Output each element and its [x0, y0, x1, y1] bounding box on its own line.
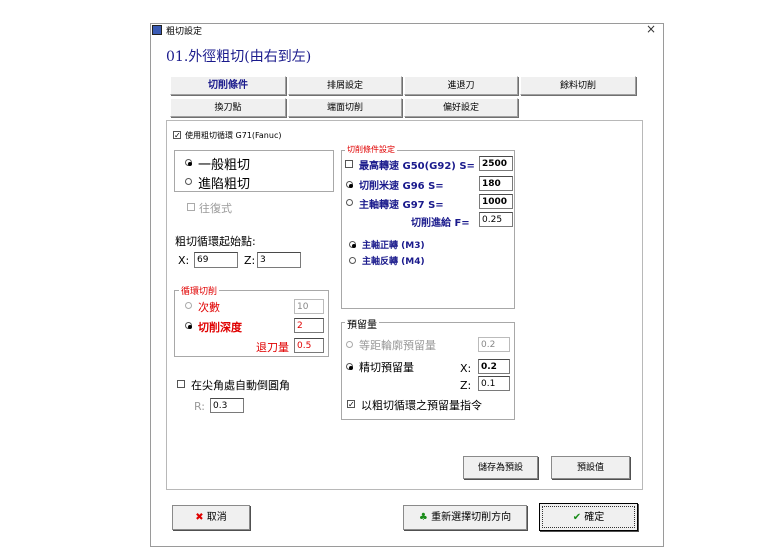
spindle-ccw-radio[interactable] [349, 257, 356, 264]
ok-label: 確定 [584, 512, 605, 523]
start-x-label: X: [178, 254, 190, 267]
depth-label: 切削深度 [198, 321, 242, 334]
max-speed-input[interactable]: 2500 [479, 156, 513, 171]
operation-heading: 01.外徑粗切(由右到左) [166, 49, 312, 65]
depth-input[interactable]: 2 [294, 318, 324, 333]
general-roughing-radio[interactable] [185, 159, 192, 166]
spindle-cw-radio[interactable] [349, 241, 356, 248]
css-radio[interactable] [346, 181, 353, 188]
close-icon[interactable]: × [646, 22, 656, 36]
reciprocate-label: 往復式 [199, 202, 232, 215]
fillet-r-label: R: [194, 400, 206, 413]
general-roughing-label: 一般粗切 [198, 158, 251, 173]
spindle-speed-input[interactable]: 1000 [479, 194, 513, 209]
use-cycle-allowance-label: 以粗切循環之預留量指令 [361, 399, 482, 412]
max-speed-checkbox[interactable] [345, 160, 353, 168]
count-radio[interactable] [185, 302, 192, 309]
count-label: 次數 [198, 301, 220, 314]
max-speed-label: 最高轉速 G50(G92) S= [359, 161, 475, 172]
auto-fillet-checkbox[interactable] [177, 380, 185, 388]
spindle-speed-label: 主軸轉速 G97 S= [359, 200, 444, 211]
start-z-label: Z: [244, 254, 256, 267]
equal-allowance-label: 等距輪廓預留量 [359, 339, 436, 352]
cycle-cut-title: 循環切削 [179, 284, 220, 297]
finish-x-label: X: [460, 362, 472, 375]
app-icon [152, 25, 162, 35]
cutting-settings-title: 切削條件設定 [345, 144, 397, 155]
cancel-button[interactable]: ✖ 取消 [172, 505, 250, 530]
default-values-button[interactable]: 預設值 [551, 456, 630, 479]
tab-face-cutting[interactable]: 端面切削 [288, 98, 402, 117]
use-cycle-label: 使用粗切循環 G71(Fanuc) [185, 131, 282, 140]
allowance-title: 預留量 [345, 316, 379, 331]
css-input[interactable]: 180 [479, 176, 513, 191]
finish-allowance-radio[interactable] [346, 363, 353, 370]
finish-allowance-label: 精切預留量 [359, 361, 414, 374]
cutting-settings-group [341, 150, 515, 309]
retract-input[interactable]: 0.5 [294, 338, 324, 353]
finish-z-label: Z: [460, 379, 472, 392]
grooving-roughing-radio[interactable] [185, 178, 192, 185]
tab-preferences[interactable]: 偏好設定 [404, 98, 518, 117]
tab-cutting-conditions[interactable]: 切削條件 [170, 76, 286, 95]
finish-z-input[interactable]: 0.1 [478, 376, 510, 391]
fillet-r-input[interactable]: 0.3 [210, 398, 244, 413]
retract-label: 退刀量 [256, 341, 289, 354]
save-default-button[interactable]: 儲存為預設 [463, 456, 538, 479]
tab-approach-retract[interactable]: 進退刀 [404, 76, 518, 95]
tab-residual-cutting[interactable]: 餘料切削 [520, 76, 636, 95]
auto-fillet-label: 在尖角處自動倒圓角 [191, 379, 290, 392]
equal-allowance-input[interactable]: 0.2 [478, 337, 510, 352]
css-label: 切削米速 G96 S= [359, 181, 444, 192]
cancel-icon: ✖ [195, 512, 204, 523]
use-cycle-allowance-checkbox[interactable]: ✓ [347, 400, 355, 409]
reselect-direction-button[interactable]: ♣ 重新選擇切削方向 [403, 505, 527, 530]
cancel-label: 取消 [206, 512, 227, 523]
use-cycle-checkbox[interactable]: ✓ [173, 131, 181, 140]
equal-allowance-radio[interactable] [346, 341, 353, 348]
feed-label: 切削進給 F= [411, 218, 470, 229]
count-input[interactable]: 10 [294, 299, 324, 314]
ok-button[interactable]: ✔ 確定 [539, 503, 638, 531]
depth-radio[interactable] [185, 322, 192, 329]
window-title: 粗切設定 [166, 27, 203, 37]
reselect-direction-label: 重新選擇切削方向 [431, 512, 512, 523]
tab-tool-change-point[interactable]: 換刀點 [170, 98, 286, 117]
finish-x-input[interactable]: 0.2 [478, 359, 510, 374]
tab-chip-removal[interactable]: 排屑設定 [288, 76, 402, 95]
feed-input[interactable]: 0.25 [479, 212, 513, 227]
start-x-input[interactable]: 69 [194, 252, 238, 268]
spindle-cw-label: 主軸正轉 (M3) [362, 241, 425, 251]
checkmark-icon: ✔ [572, 512, 582, 523]
direction-icon: ♣ [418, 512, 428, 523]
start-point-label: 粗切循環起始點: [175, 235, 256, 248]
grooving-roughing-label: 進陷粗切 [198, 177, 251, 192]
spindle-speed-radio[interactable] [346, 199, 353, 206]
spindle-ccw-label: 主軸反轉 (M4) [362, 257, 425, 267]
start-z-input[interactable]: 3 [257, 252, 301, 268]
reciprocate-checkbox[interactable] [187, 203, 195, 211]
